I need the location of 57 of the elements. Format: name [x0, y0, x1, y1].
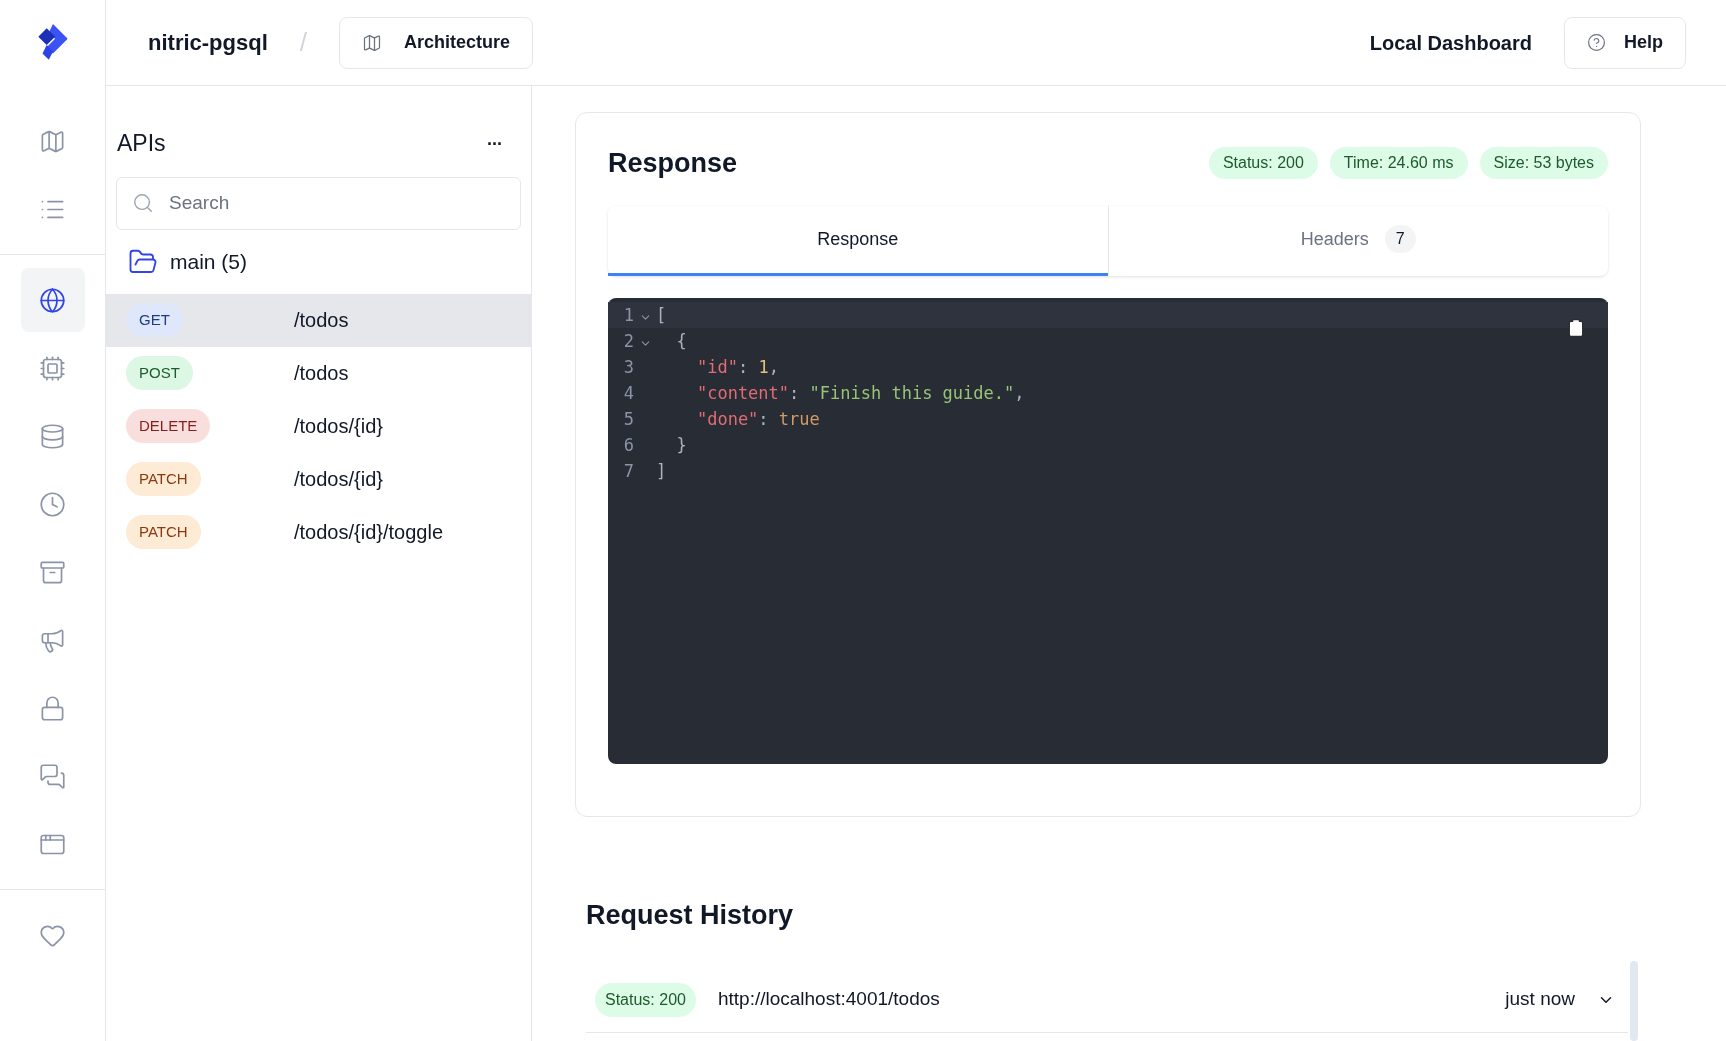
request-time: just now	[1505, 987, 1575, 1012]
search-icon	[132, 191, 154, 214]
method-tag: PATCH	[126, 514, 201, 550]
code-line: "done": true	[695, 407, 820, 431]
method-tag: GET	[126, 302, 183, 338]
route-item[interactable]: POST /todos	[106, 346, 531, 400]
architecture-button[interactable]: Architecture	[339, 16, 534, 69]
route-item[interactable]: PATCH /todos/{id}/toggle	[106, 505, 531, 559]
route-path: /todos/{id}/toggle	[294, 520, 443, 545]
request-url: http://localhost:4001/todos	[717, 987, 941, 1012]
line-number: 7	[622, 459, 634, 483]
project-name: nitric-pgsql	[148, 29, 268, 57]
code-line: "id": 1,	[695, 355, 779, 379]
map-icon	[362, 32, 382, 53]
code-line: [	[656, 303, 667, 327]
code-line: }	[675, 433, 687, 457]
line-number: 4	[622, 381, 634, 405]
response-stat: Status: 200	[1208, 147, 1318, 180]
headers-count: 7	[1384, 225, 1416, 253]
more-button[interactable]: ...	[487, 130, 502, 157]
line-number: 6	[622, 433, 634, 457]
status-tag: Status: 200	[595, 982, 696, 1017]
apis-title: APIs	[117, 129, 166, 158]
group-label[interactable]: main (5)	[170, 245, 248, 278]
globe-icon[interactable]	[20, 268, 85, 332]
line-number: 3	[622, 355, 634, 379]
route-path: /todos/{id}	[294, 414, 383, 439]
response-stat: Time: 24.60 ms	[1329, 147, 1468, 180]
route-item[interactable]: GET /todos	[106, 293, 531, 347]
line-number: 5	[622, 407, 634, 431]
response-title: Response	[608, 147, 738, 180]
line-number: 1	[622, 303, 634, 327]
help-button[interactable]: Help	[1564, 16, 1686, 69]
response-stat: Size: 53 bytes	[1479, 147, 1608, 180]
history-title: Request History	[586, 898, 795, 932]
scrollbar[interactable]	[1630, 961, 1638, 1041]
dashboard-title: Local Dashboard	[1369, 30, 1532, 56]
method-tag: PATCH	[126, 461, 201, 497]
route-item[interactable]: DELETE /todos/{id}	[106, 399, 531, 453]
code-line: {	[675, 329, 687, 353]
response-tab[interactable]: Headers 7	[1107, 205, 1608, 276]
route-path: /todos/{id}	[294, 467, 383, 492]
response-tab[interactable]: Response	[608, 205, 1108, 276]
method-tag: POST	[126, 355, 193, 391]
code-editor[interactable]: 1 [ 2 { 3 "id": 1, 4 "content": "Finish this guide.", 5 "done": true 6 } 7 ]	[608, 297, 1608, 764]
search-field[interactable]: Search	[116, 176, 521, 230]
route-path: /todos	[294, 308, 349, 333]
route-path: /todos	[294, 361, 349, 386]
code-line: "content": "Finish this guide.",	[695, 381, 1025, 405]
line-number: 2	[622, 329, 634, 353]
code-line: ]	[656, 459, 667, 483]
breadcrumb-separator: /	[299, 26, 307, 59]
method-tag: DELETE	[126, 408, 211, 444]
history-row[interactable]: Status: 200 http://localhost:4001/todos just now	[586, 967, 1628, 1033]
clipboard-icon[interactable]	[1566, 317, 1586, 338]
route-item[interactable]: PATCH /todos/{id}	[106, 452, 531, 506]
help-icon	[1587, 33, 1606, 52]
